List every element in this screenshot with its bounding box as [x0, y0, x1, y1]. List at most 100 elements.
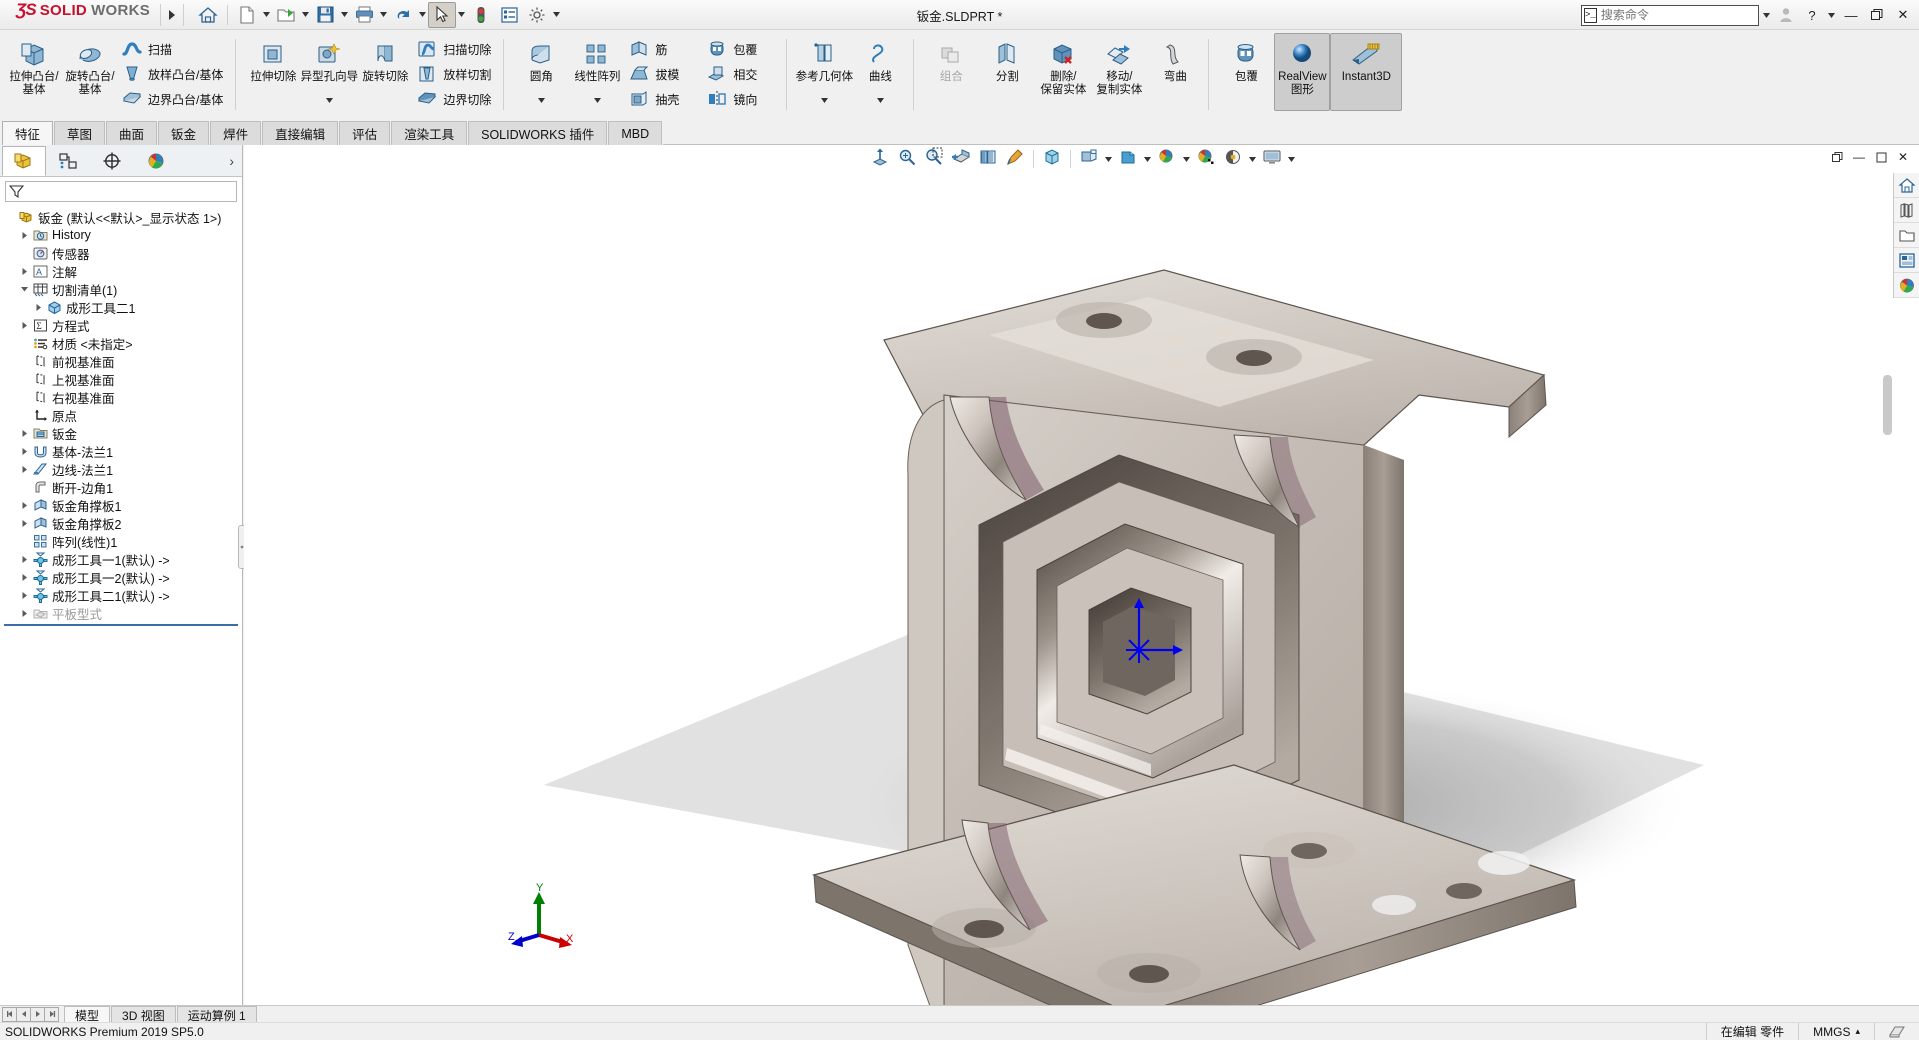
tree-expand-toggle-icon[interactable]	[18, 267, 31, 276]
tree-item-gusset-1[interactable]: 钣金角撑板1	[4, 496, 242, 514]
reference-geometry-dropdown-icon[interactable]	[820, 90, 828, 110]
search-input[interactable]	[1600, 8, 1756, 22]
tree-item-cutlist[interactable]: 切割清单(1)	[4, 280, 242, 298]
doc-minimize-button[interactable]: —	[1849, 147, 1869, 167]
tree-expand-toggle-icon[interactable]	[18, 465, 31, 474]
tree-item-edge-flange-1[interactable]: 边线-法兰1	[4, 460, 242, 478]
save-icon[interactable]	[311, 2, 339, 28]
bottom-tab-model[interactable]: 模型	[64, 1006, 111, 1023]
graphics-area[interactable]: — ✕ Y X Z	[244, 145, 1919, 1005]
tab-sketch[interactable]: 草图	[54, 121, 106, 145]
minimize-button[interactable]: —	[1839, 2, 1863, 28]
tree-item-sheetmetal[interactable]: 钣金	[4, 424, 242, 442]
feature-tree-filter[interactable]	[5, 181, 237, 202]
revolved-cut-button[interactable]: 旋转切除	[357, 33, 413, 111]
tab-solidworks-addins[interactable]: SOLIDWORKS 插件	[468, 121, 608, 145]
tree-item-forming-tool-1-2[interactable]: 成形工具一2(默认) ->	[4, 568, 242, 586]
tab-mbd[interactable]: MBD	[608, 121, 663, 145]
status-sheet-icon[interactable]	[1874, 1022, 1919, 1040]
task-pane-appearances-icon[interactable]	[1894, 273, 1919, 298]
swept-cut-button[interactable]: 扫描切除	[413, 37, 498, 61]
status-units[interactable]: MMGS ▴	[1798, 1022, 1874, 1040]
curves-button[interactable]: 曲线	[852, 33, 908, 111]
draft-button[interactable]: 拔模	[625, 62, 703, 86]
zoom-to-fit-button[interactable]	[867, 146, 893, 172]
tree-expand-toggle-icon[interactable]	[18, 609, 31, 618]
help-dropdown-icon[interactable]	[1826, 2, 1837, 28]
hole-wizard-button[interactable]: 异型孔向导	[301, 33, 358, 111]
task-pane-file-explorer-icon[interactable]	[1894, 223, 1919, 248]
doc-close-button[interactable]: ✕	[1893, 147, 1913, 167]
tree-item-base-flange-1[interactable]: 基体-法兰1	[4, 442, 242, 460]
status-units-caret-icon[interactable]: ▴	[1855, 1026, 1860, 1037]
tree-item-origin[interactable]: 原点	[4, 406, 242, 424]
flex-button[interactable]: 弯曲	[1147, 33, 1203, 111]
task-pane-view-palette-icon[interactable]	[1894, 248, 1919, 273]
tree-root-part[interactable]: 钣金 (默认<<默认>_显示状态 1>)	[4, 208, 242, 226]
tree-collapse-toggle-icon[interactable]	[18, 285, 31, 293]
tree-item-top-plane[interactable]: 上视基准面	[4, 370, 242, 388]
hide-show-items-button-dropdown-icon[interactable]	[1142, 146, 1153, 172]
tab-direct-edit[interactable]: 直接编辑	[262, 121, 339, 145]
shell-button[interactable]: 抽壳	[625, 87, 703, 111]
nav-last-button[interactable]	[44, 1006, 59, 1022]
tree-item-front-plane[interactable]: 前视基准面	[4, 352, 242, 370]
edit-appearance-button-dropdown-icon[interactable]	[1181, 146, 1192, 172]
gear-settings-icon[interactable]	[523, 2, 551, 28]
move-copy-body-button[interactable]: 移动/复制实体	[1091, 33, 1147, 111]
rebuild-traffic-light-icon[interactable]	[467, 2, 495, 28]
tree-expand-toggle-icon[interactable]	[18, 501, 31, 510]
tree-item-right-plane[interactable]: 右视基准面	[4, 388, 242, 406]
view-orientation-button[interactable]	[975, 146, 1001, 172]
extruded-boss-base-button[interactable]: 拉伸凸台/基体	[6, 33, 62, 111]
search-command-box[interactable]: >_	[1581, 4, 1759, 26]
tab-weldment[interactable]: 焊件	[210, 121, 262, 145]
delete-keep-body-button[interactable]: 删除/保留实体	[1035, 33, 1091, 111]
view-settings-button[interactable]	[1220, 146, 1246, 172]
restore-button[interactable]	[1865, 2, 1889, 28]
view-cube-button[interactable]	[1039, 146, 1065, 172]
appearance-button[interactable]	[1002, 146, 1028, 172]
tree-item-annotations[interactable]: A 注解	[4, 262, 242, 280]
tab-features[interactable]: 特征	[2, 121, 54, 145]
property-manager-tab[interactable]	[46, 146, 90, 176]
bottom-tab-motion-study[interactable]: 运动算例 1	[176, 1006, 257, 1023]
tab-evaluate[interactable]: 评估	[339, 121, 391, 145]
tree-item-flat-pattern[interactable]: 平板型式	[4, 604, 242, 622]
print-dropdown-icon[interactable]	[378, 2, 389, 28]
display-manager-tab[interactable]	[134, 146, 178, 176]
tree-expand-toggle-icon[interactable]	[18, 429, 31, 438]
tree-expand-toggle-icon[interactable]	[18, 519, 31, 528]
tab-sheetmetal[interactable]: 钣金	[158, 121, 210, 145]
hide-show-items-button[interactable]	[1115, 146, 1141, 172]
close-button[interactable]: ✕	[1891, 2, 1915, 28]
sheet-metal-model-3d[interactable]	[244, 145, 1919, 1005]
account-icon[interactable]	[1774, 2, 1798, 28]
instant3d-button[interactable]: Instant3D	[1330, 33, 1403, 111]
linear-pattern-button[interactable]: 线性阵列	[569, 33, 625, 111]
nav-prev-button[interactable]	[16, 1006, 31, 1022]
display-style-button[interactable]	[1076, 146, 1102, 172]
previous-view-button[interactable]	[921, 146, 947, 172]
new-document-dropdown-icon[interactable]	[261, 2, 272, 28]
tree-expand-toggle-icon[interactable]	[32, 303, 45, 312]
boundary-cut-button[interactable]: 边界切除	[413, 87, 498, 111]
tree-expand-toggle-icon[interactable]	[18, 591, 31, 600]
select-cursor-icon[interactable]	[428, 1, 457, 28]
extruded-cut-button[interactable]: 拉伸切除	[245, 33, 301, 111]
help-button[interactable]: ?	[1800, 2, 1824, 28]
combine-button[interactable]: 组合	[923, 33, 979, 111]
tree-item-forming-tool-2-1b[interactable]: 成形工具二1(默认) ->	[4, 586, 242, 604]
tree-item-forming-tool-2-1[interactable]: 成形工具二1	[4, 298, 242, 316]
edit-appearance-button[interactable]	[1154, 146, 1180, 172]
wrap-button[interactable]: 包覆	[703, 37, 781, 61]
doc-maximize-button[interactable]	[1871, 147, 1891, 167]
undo-dropdown-icon[interactable]	[417, 2, 428, 28]
tree-expand-toggle-icon[interactable]	[18, 447, 31, 456]
fillet-button[interactable]: 圆角	[513, 33, 569, 111]
options-list-icon[interactable]	[495, 2, 523, 28]
reference-geometry-button[interactable]: 参考几何体	[796, 33, 853, 111]
linear-pattern-dropdown-icon[interactable]	[593, 90, 601, 110]
new-document-icon[interactable]	[233, 2, 261, 28]
configuration-manager-tab[interactable]	[90, 146, 134, 176]
